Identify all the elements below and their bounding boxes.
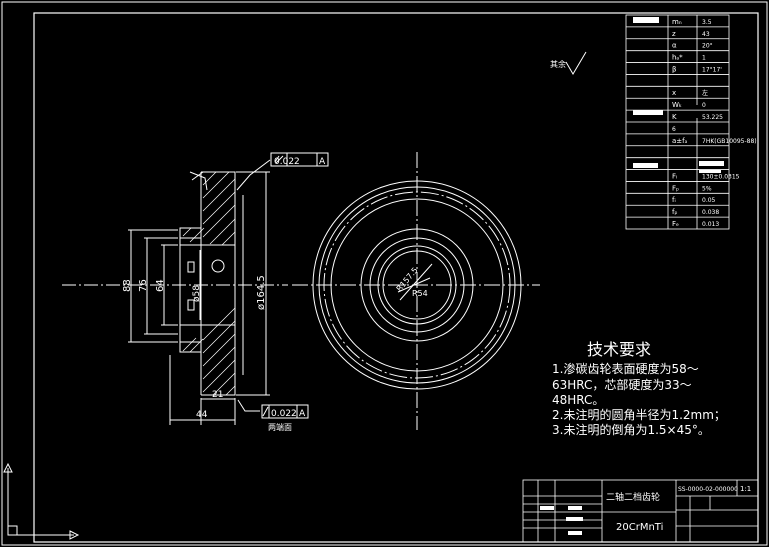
table-value: 1 (702, 55, 706, 62)
technical-requirements-title: 技术要求 (587, 340, 652, 359)
table-symbol: hₐ* (672, 54, 683, 62)
table-value: 5% (702, 185, 712, 192)
part-name: 二轴二档齿轮 (606, 491, 660, 503)
table-symbol: Fᵢ (672, 172, 677, 180)
table-symbol: α (672, 42, 677, 50)
inner-frame (33, 12, 759, 543)
tolerance-value-bottom: 0.022 (271, 409, 297, 419)
table-value: 6 (672, 126, 676, 133)
tolerance-value-top: 0.022 (274, 157, 300, 167)
table-symbol: Fₑ (672, 220, 679, 228)
table-symbol: a±fₐ (672, 137, 688, 145)
drawing-number: SS-0000-02-000000 (678, 486, 738, 493)
table-value: 0.05 (702, 197, 716, 204)
dim-164-5: ø164.5 (256, 275, 267, 310)
table-value: 130±0.0315 (702, 173, 740, 180)
dim-r54: R54 (412, 289, 428, 298)
table-symbol: z (672, 30, 676, 38)
scale-label: 1:1 (740, 485, 751, 493)
material-label: 20CrMnTi (616, 522, 663, 533)
tolerance-datum-bottom: A (299, 409, 306, 419)
ucs-icon (3, 462, 80, 540)
table-symbol: x (672, 89, 676, 97)
table-value: 43 (702, 31, 710, 38)
cad-drawing-canvas[interactable]: 0.022 A 0.022 A 两端面 其余 88 76 64 ø58 ø164… (0, 0, 769, 547)
section-view (62, 159, 288, 425)
tech-requirement-line: 1.渗碳齿轮表面硬度为58～ (552, 362, 699, 376)
roughness-other-label: 其余 (550, 59, 566, 69)
table-value: 7HK(GB10095-88) (702, 138, 757, 145)
table-symbol: fₚ (672, 208, 677, 216)
table-value: 53.225 (702, 114, 723, 121)
table-symbol: K (672, 113, 677, 121)
dim-76: 76 (138, 279, 149, 292)
table-symbol: fᵢ (672, 196, 676, 204)
table-value: 17°17' (702, 66, 722, 73)
table-value: 20° (702, 43, 713, 50)
dim-88: 88 (122, 279, 133, 292)
table-value: 3.5 (702, 19, 712, 26)
bottom-surface-label: 两端面 (268, 422, 292, 432)
dim-44: 44 (196, 410, 208, 420)
dim-21: 21 (212, 390, 223, 400)
table-value: 0 (702, 102, 706, 109)
table-value: 左 (702, 89, 708, 97)
tech-requirement-line: 3.未注明的倒角为1.5×45°。 (552, 423, 710, 437)
table-symbol: Fₚ (672, 184, 679, 192)
dim-64: 64 (155, 279, 166, 292)
table-symbol: β (672, 65, 676, 73)
table-symbol: mₙ (672, 18, 682, 26)
table-value: 0.013 (702, 221, 719, 228)
tolerance-datum-top: A (319, 157, 326, 167)
roughness-symbol-icon (565, 51, 587, 75)
table-value: 0.038 (702, 209, 719, 216)
table-symbol: Wₖ (672, 101, 682, 109)
dim-58: ø58 (192, 285, 202, 302)
